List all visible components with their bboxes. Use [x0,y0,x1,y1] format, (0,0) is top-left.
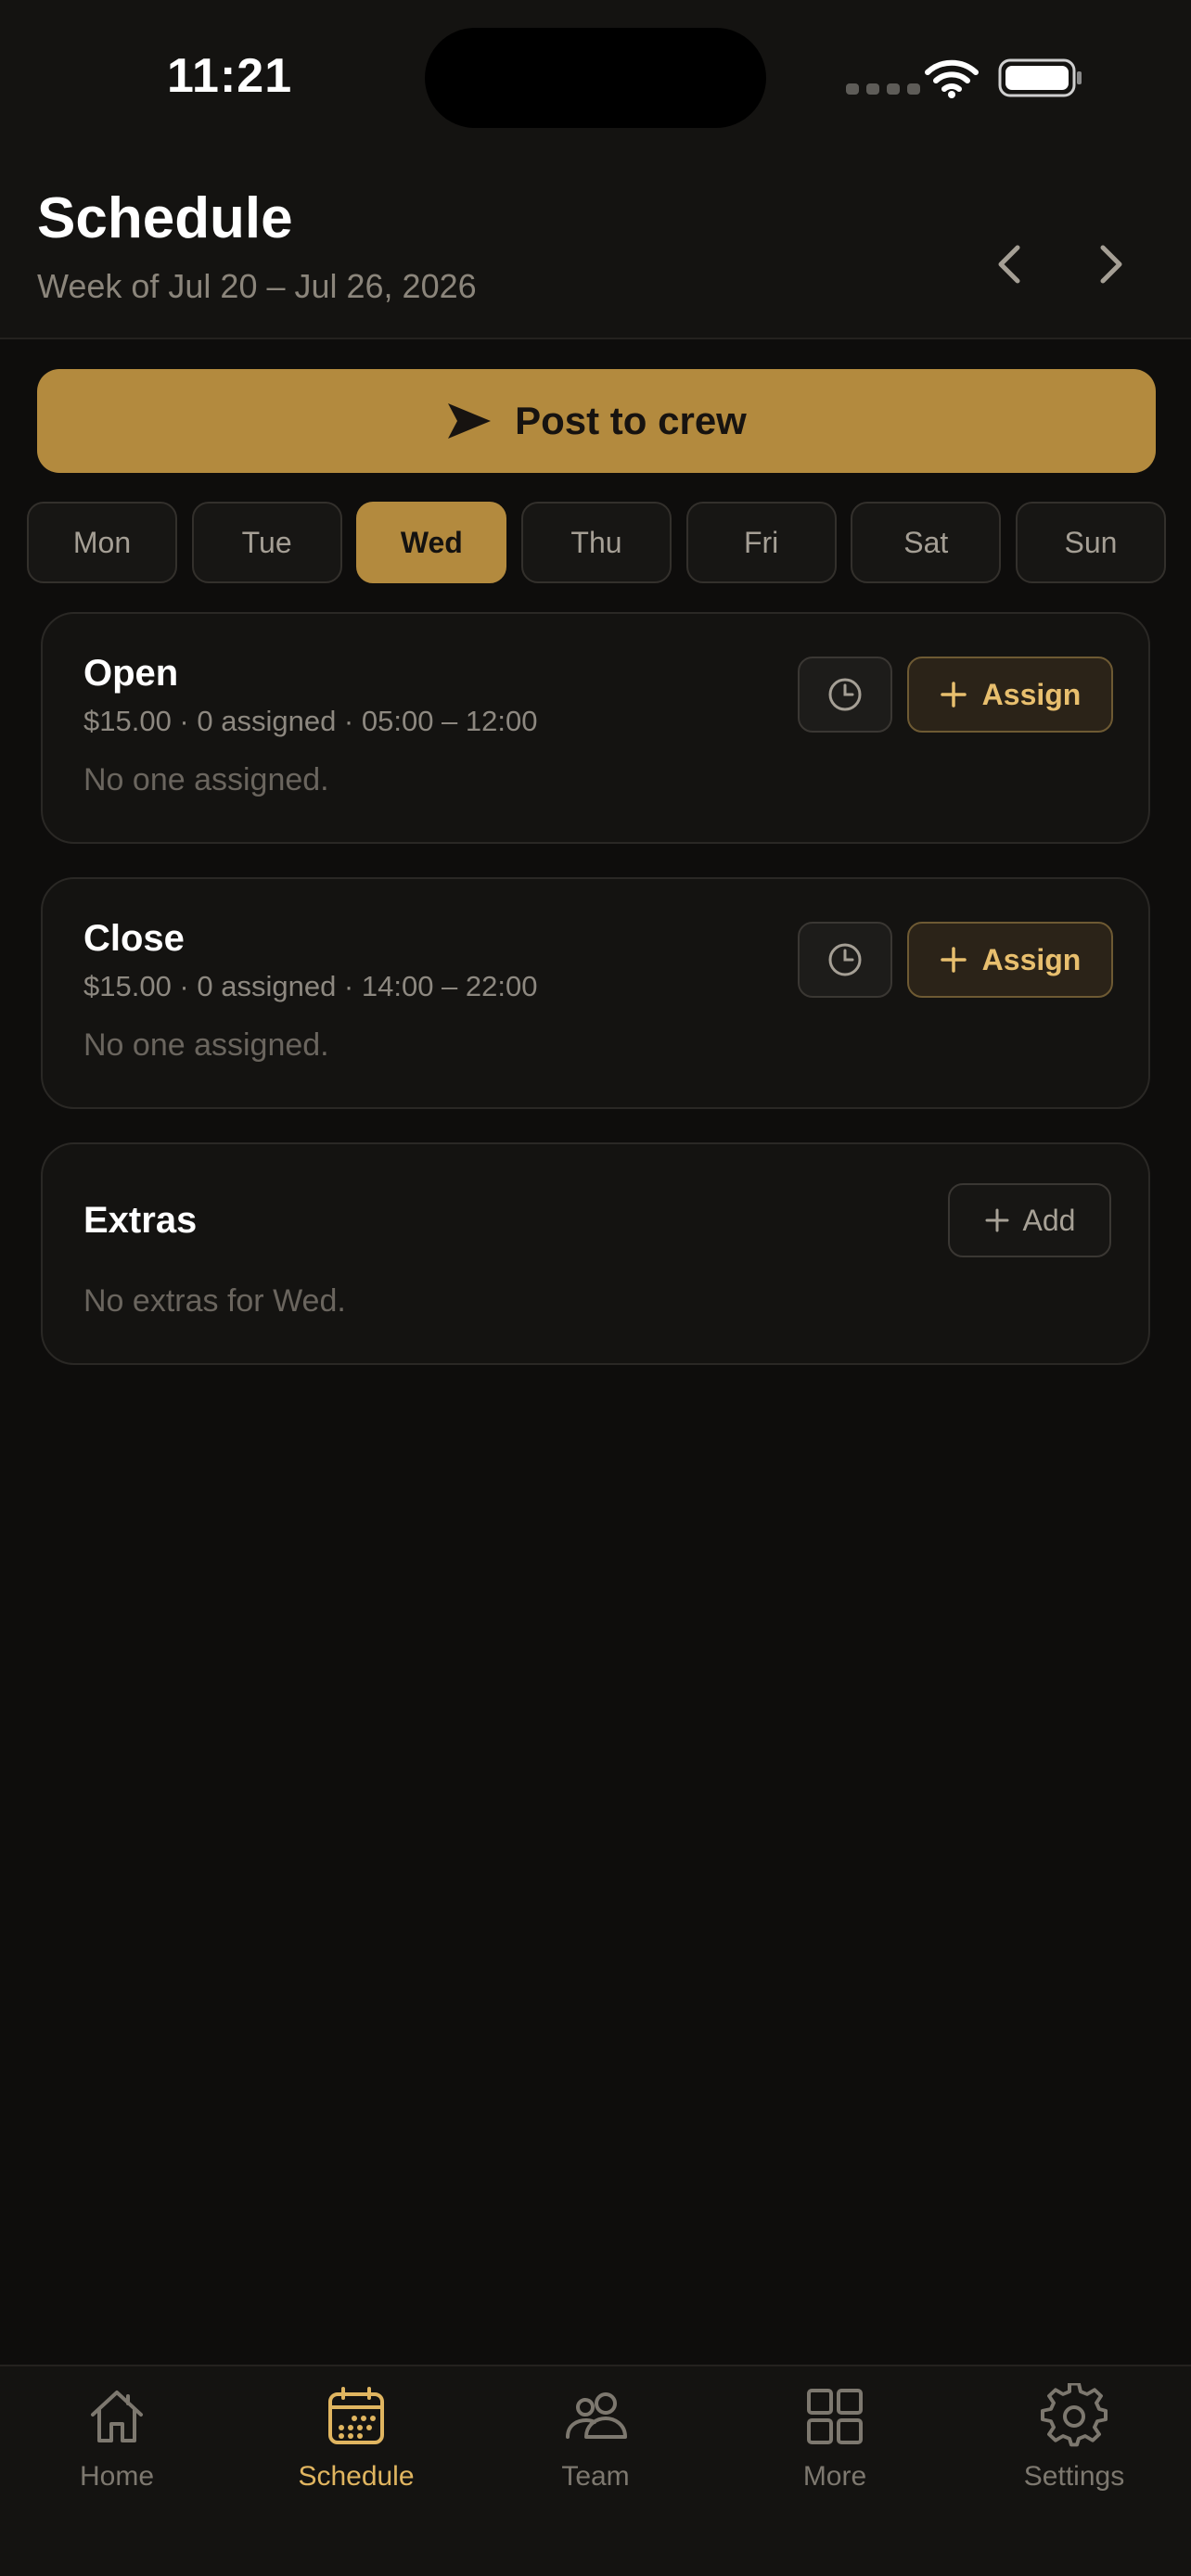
page-title: Schedule [37,186,293,250]
previous-week-button[interactable] [978,232,1043,297]
send-icon [448,403,492,439]
day-tab-mon[interactable]: Mon [27,502,177,583]
team-icon [566,2392,627,2439]
calendar-icon [328,2387,384,2444]
day-tab-tue[interactable]: Tue [191,502,342,583]
chevron-left-icon [998,245,1020,284]
day-tab-sat[interactable]: Sat [851,502,1002,583]
tab-settings[interactable]: Settings [963,2383,1185,2513]
grid-icon [807,2389,863,2444]
assign-button[interactable]: Assign [907,922,1113,998]
add-extra-button[interactable]: Add [948,1183,1111,1257]
assign-label: Assign [981,677,1082,711]
plus-icon [985,1208,1009,1232]
next-week-button[interactable] [1078,232,1143,297]
day-tab-fri[interactable]: Fri [685,502,837,583]
day-tab-wed[interactable]: Wed [356,502,507,583]
tab-label: More [802,2461,867,2492]
dynamic-island [425,28,766,128]
plus-icon [940,947,967,973]
clock-icon [828,678,862,711]
clock-icon [828,943,862,976]
shift-card-open: Open $15.00 · 0 assigned · 05:00 – 12:00… [41,612,1150,844]
status-time: 11:21 [167,49,293,103]
post-to-crew-label: Post to crew [515,399,747,442]
tab-bar: Home Schedule Team More Settings [0,2365,1191,2576]
cellular-signal-icon [846,83,920,95]
day-tab-sun[interactable]: Sun [1015,502,1166,583]
home-icon [91,2391,143,2442]
tab-team[interactable]: Team [484,2383,707,2513]
week-range: Week of Jul 20 – Jul 26, 2026 [37,267,477,305]
gear-icon [1041,2383,1108,2447]
tab-more[interactable]: More [724,2383,946,2513]
shift-empty-text: No one assigned. [83,1027,329,1063]
tab-label: Team [561,2461,630,2492]
assign-button[interactable]: Assign [907,657,1113,733]
plus-icon [940,682,967,708]
shift-meta: $15.00 · 0 assigned · 14:00 – 22:00 [83,970,538,1002]
chevron-right-icon [1100,245,1122,284]
wifi-icon [925,59,979,98]
post-to-crew-button[interactable]: Post to crew [37,369,1156,473]
shift-empty-text: No one assigned. [83,762,329,797]
tab-home[interactable]: Home [6,2383,228,2513]
shift-meta: $15.00 · 0 assigned · 05:00 – 12:00 [83,705,538,737]
tab-schedule[interactable]: Schedule [245,2383,467,2513]
tab-label: Settings [1023,2461,1125,2492]
shift-title: Close [83,918,185,959]
header-area: 11:21 Schedule Week of Jul 20 – Jul 26, … [0,0,1191,339]
extras-empty-text: No extras for Wed. [83,1283,346,1319]
day-tab-thu[interactable]: Thu [520,502,672,583]
edit-time-button[interactable] [798,922,892,998]
assign-label: Assign [981,942,1082,976]
shift-title: Open [83,653,179,694]
add-label: Add [1022,1203,1076,1237]
tab-label: Schedule [298,2461,415,2492]
extras-title: Extras [83,1200,198,1241]
day-selector: Mon Tue Wed Thu Fri Sat Sun [27,502,1166,583]
shift-card-close: Close $15.00 · 0 assigned · 14:00 – 22:0… [41,877,1150,1109]
extras-card: Extras No extras for Wed. Add [41,1142,1150,1365]
battery-icon [998,58,1082,97]
edit-time-button[interactable] [798,657,892,733]
tab-label: Home [79,2461,155,2492]
